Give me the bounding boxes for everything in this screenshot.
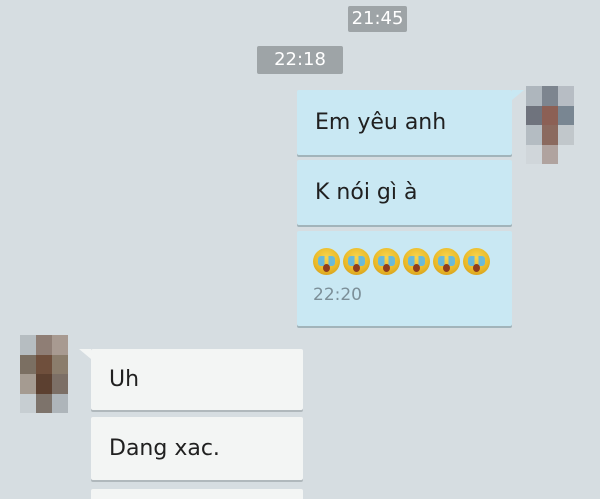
crying-face-emoji-icon xyxy=(313,247,340,275)
outgoing-message[interactable]: Em yêu anh xyxy=(297,90,512,155)
message-text: Dang xac. xyxy=(109,436,220,461)
timestamp-divider: 22:18 xyxy=(257,46,343,74)
timestamp-divider: 21:45 xyxy=(348,6,407,32)
outgoing-emoji-message[interactable]: 22:20 xyxy=(297,231,512,326)
incoming-message[interactable]: Uh xyxy=(91,349,303,410)
message-text: Em yêu anh xyxy=(315,110,447,135)
crying-face-emoji-icon xyxy=(343,247,370,275)
outgoing-bubble-tail xyxy=(512,90,524,100)
message-text: Uh xyxy=(109,367,140,392)
crying-face-emoji-icon xyxy=(463,247,490,275)
incoming-message-partial[interactable] xyxy=(91,489,303,499)
incoming-message[interactable]: Dang xac. xyxy=(91,417,303,480)
user-avatar[interactable] xyxy=(526,86,574,164)
emoji-row xyxy=(313,245,496,277)
chat-screen[interactable]: 21:45 22:18 Em yêu anh K nói gì à 22:20 xyxy=(0,0,600,499)
message-time: 22:20 xyxy=(313,285,362,305)
incoming-bubble-tail xyxy=(79,349,91,359)
outgoing-message[interactable]: K nói gì à xyxy=(297,160,512,225)
message-text: K nói gì à xyxy=(315,180,418,205)
contact-avatar[interactable] xyxy=(20,335,68,413)
crying-face-emoji-icon xyxy=(433,247,460,275)
crying-face-emoji-icon xyxy=(373,247,400,275)
crying-face-emoji-icon xyxy=(403,247,430,275)
